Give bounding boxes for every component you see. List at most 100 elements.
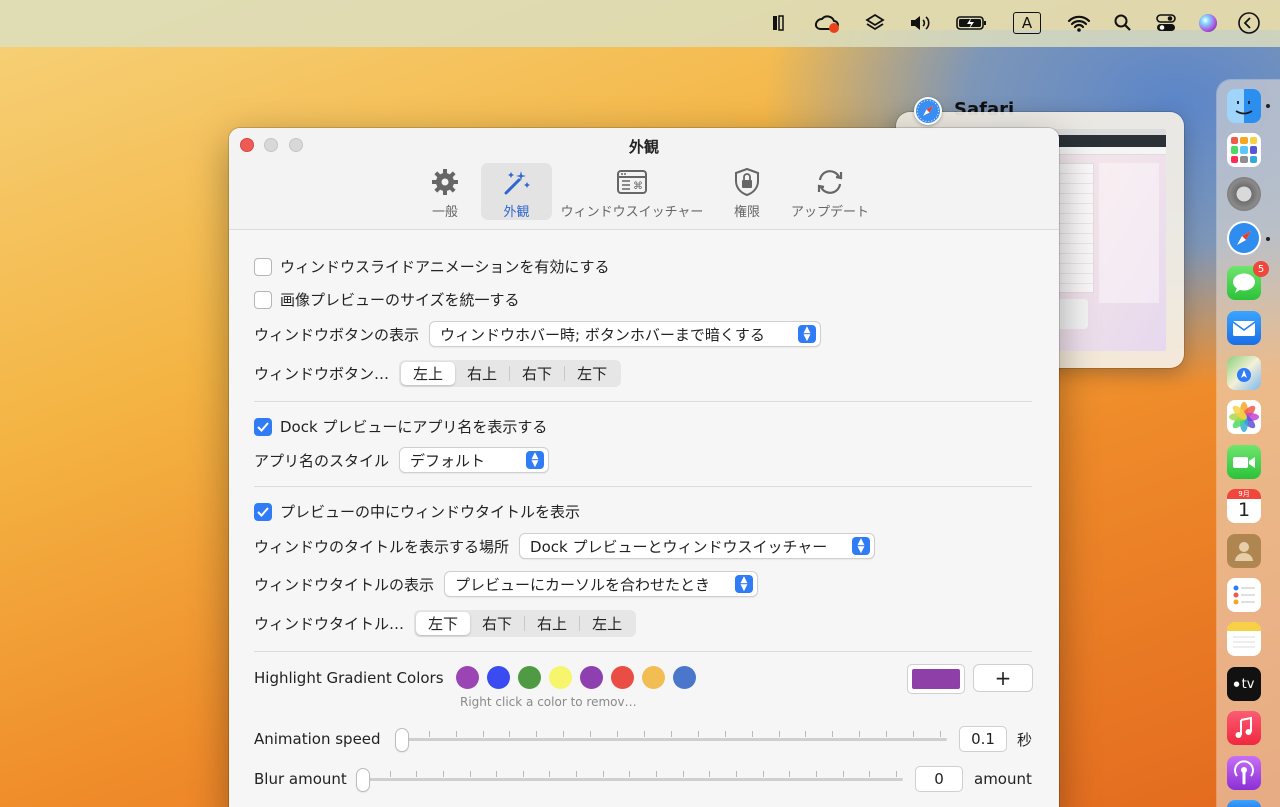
battery-icon[interactable] bbox=[956, 10, 988, 36]
animation-speed-row: Animation speed 0.1 秒 bbox=[254, 726, 1032, 752]
settings-window: 外観 一般 外観 ⌘ ウィンドウスイッチャー 権限 アップデート ウィンドウスラ… bbox=[229, 128, 1059, 807]
slider-knob[interactable] bbox=[395, 729, 408, 751]
animation-speed-unit: 秒 bbox=[1016, 730, 1032, 749]
tab-label: 一般 bbox=[431, 205, 458, 220]
divider bbox=[254, 486, 1032, 487]
show-app-name-row: Dock プレビューにアプリ名を表示する bbox=[254, 416, 547, 437]
wifi-icon[interactable] bbox=[1066, 10, 1092, 36]
divider bbox=[254, 651, 1032, 652]
safari-icon[interactable] bbox=[1227, 221, 1261, 255]
chevron-updown-icon: ▲ ▼ bbox=[798, 325, 817, 343]
gradient-color-swatch[interactable] bbox=[548, 666, 572, 689]
slider-knob[interactable] bbox=[357, 769, 369, 791]
window-switcher-icon: ⌘ bbox=[617, 170, 647, 194]
show-app-name-checkbox[interactable] bbox=[254, 417, 272, 436]
segment-bottom-left[interactable]: 左下 bbox=[416, 612, 471, 635]
mail-icon[interactable] bbox=[1227, 311, 1261, 345]
chevron-updown-icon: ▲ ▼ bbox=[526, 451, 545, 469]
calendar-icon[interactable]: 9月 1 bbox=[1227, 489, 1261, 523]
app-extra-icon[interactable] bbox=[768, 10, 788, 36]
animation-speed-slider[interactable] bbox=[395, 727, 948, 751]
contacts-icon[interactable] bbox=[1227, 534, 1261, 568]
slide-animation-label: ウィンドウスライドアニメーションを有効にする bbox=[280, 258, 610, 276]
gradient-color-swatch[interactable] bbox=[672, 666, 696, 689]
volume-icon[interactable] bbox=[908, 10, 936, 36]
apple-logo-icon: ● bbox=[1233, 680, 1240, 688]
title-display-row: ウィンドウタイトルの表示 プレビューにカーソルを合わせたとき ▲ ▼ bbox=[254, 571, 759, 597]
launchpad-icon[interactable] bbox=[1227, 133, 1261, 167]
running-indicator bbox=[1266, 237, 1270, 241]
blur-amount-slider[interactable] bbox=[357, 767, 903, 791]
title-location-label: ウィンドウのタイトルを表示する場所 bbox=[254, 537, 510, 556]
calendar-month: 9月 bbox=[1227, 489, 1261, 499]
gradient-color-swatch[interactable] bbox=[610, 666, 634, 689]
tab-appearance[interactable]: 外観 bbox=[481, 163, 552, 220]
finder-icon[interactable] bbox=[1227, 89, 1261, 123]
segment-top-right[interactable]: 右上 bbox=[455, 362, 509, 385]
add-color-button[interactable]: + bbox=[973, 664, 1033, 692]
gradient-color-swatch[interactable] bbox=[517, 666, 541, 689]
gradient-color-swatch[interactable] bbox=[641, 666, 665, 689]
gradient-color-swatch[interactable] bbox=[455, 666, 479, 689]
music-icon[interactable] bbox=[1227, 711, 1261, 745]
segment-top-left[interactable]: 左上 bbox=[401, 362, 456, 385]
notification-badge: 5 bbox=[1253, 261, 1269, 277]
segment-top-right[interactable]: 右上 bbox=[525, 612, 579, 635]
segment-bottom-right[interactable]: 右下 bbox=[470, 612, 524, 635]
app-name-style-select[interactable]: デフォルト ▲ ▼ bbox=[399, 447, 550, 473]
clock-icon[interactable] bbox=[1236, 10, 1262, 36]
uniform-preview-label: 画像プレビューのサイズを統一する bbox=[280, 291, 520, 309]
system-settings-icon[interactable] bbox=[1227, 177, 1261, 211]
slide-animation-row: ウィンドウスライドアニメーションを有効にする bbox=[254, 256, 610, 277]
button-display-row: ウィンドウボタンの表示 ウィンドウホバー時; ボタンホバーまで暗くする ▲ ▼ bbox=[254, 321, 822, 347]
app-icon-partial[interactable] bbox=[1227, 800, 1261, 807]
title-position-segmented: 左下 右下 右上 左上 bbox=[414, 610, 637, 637]
control-center-icon[interactable] bbox=[1154, 10, 1178, 36]
notes-icon[interactable] bbox=[1227, 622, 1261, 656]
blur-amount-row: Blur amount 0 amount bbox=[254, 766, 1032, 792]
tab-label: 権限 bbox=[733, 205, 760, 220]
button-position-row: ウィンドウボタン… 左上 右上 右下 左下 bbox=[254, 360, 622, 387]
title-display-value: プレビューにカーソルを合わせたとき bbox=[455, 575, 711, 594]
button-display-value: ウィンドウホバー時; ボタンホバーまで暗くする bbox=[440, 325, 765, 344]
uniform-preview-row: 画像プレビューのサイズを統一する bbox=[254, 289, 520, 310]
dock: 5 9月 1 ● tv bbox=[1217, 80, 1280, 807]
tab-general[interactable]: 一般 bbox=[421, 163, 469, 220]
creative-cloud-icon[interactable] bbox=[812, 10, 840, 36]
facetime-icon[interactable] bbox=[1227, 445, 1261, 479]
gradient-color-list bbox=[455, 666, 704, 689]
segment-bottom-left[interactable]: 左下 bbox=[565, 362, 619, 385]
tab-permissions[interactable]: 権限 bbox=[724, 163, 770, 220]
uniform-preview-checkbox[interactable] bbox=[254, 290, 272, 309]
gradient-row: Highlight Gradient Colors bbox=[254, 666, 704, 689]
title-display-select[interactable]: プレビューにカーソルを合わせたとき ▲ ▼ bbox=[444, 571, 759, 597]
slide-animation-checkbox[interactable] bbox=[254, 257, 272, 276]
segment-top-left[interactable]: 左上 bbox=[580, 612, 634, 635]
search-icon[interactable] bbox=[1112, 10, 1134, 36]
podcasts-icon[interactable] bbox=[1227, 756, 1261, 790]
photos-icon[interactable] bbox=[1227, 400, 1261, 434]
lock-shield-icon bbox=[735, 167, 759, 197]
blur-amount-value[interactable]: 0 bbox=[915, 766, 963, 792]
tab-window-switcher[interactable]: ⌘ ウィンドウスイッチャー bbox=[560, 163, 704, 220]
animation-speed-value[interactable]: 0.1 bbox=[959, 726, 1007, 752]
tv-label: tv bbox=[1241, 676, 1255, 692]
gradient-color-swatch[interactable] bbox=[579, 666, 603, 689]
title-display-label: ウィンドウタイトルの表示 bbox=[254, 575, 435, 594]
running-indicator bbox=[1266, 104, 1270, 108]
gradient-color-swatch[interactable] bbox=[486, 666, 510, 689]
input-a-icon[interactable]: A bbox=[1012, 10, 1042, 36]
maps-icon[interactable] bbox=[1227, 356, 1261, 390]
segment-bottom-right[interactable]: 右下 bbox=[510, 362, 564, 385]
button-display-select[interactable]: ウィンドウホバー時; ボタンホバーまで暗くする ▲ ▼ bbox=[429, 321, 822, 347]
chevron-updown-icon: ▲ ▼ bbox=[852, 537, 871, 555]
color-well[interactable] bbox=[907, 664, 965, 694]
title-location-select[interactable]: Dock プレビューとウィンドウスイッチャー ▲ ▼ bbox=[519, 533, 876, 559]
layers-icon[interactable] bbox=[864, 10, 886, 36]
animation-speed-label: Animation speed bbox=[254, 730, 381, 748]
show-window-title-checkbox[interactable] bbox=[254, 502, 272, 521]
reminders-icon[interactable] bbox=[1227, 578, 1261, 612]
tab-updates[interactable]: アップデート bbox=[788, 163, 872, 220]
siri-icon[interactable] bbox=[1196, 10, 1220, 36]
apple-tv-icon[interactable]: ● tv bbox=[1227, 667, 1261, 701]
